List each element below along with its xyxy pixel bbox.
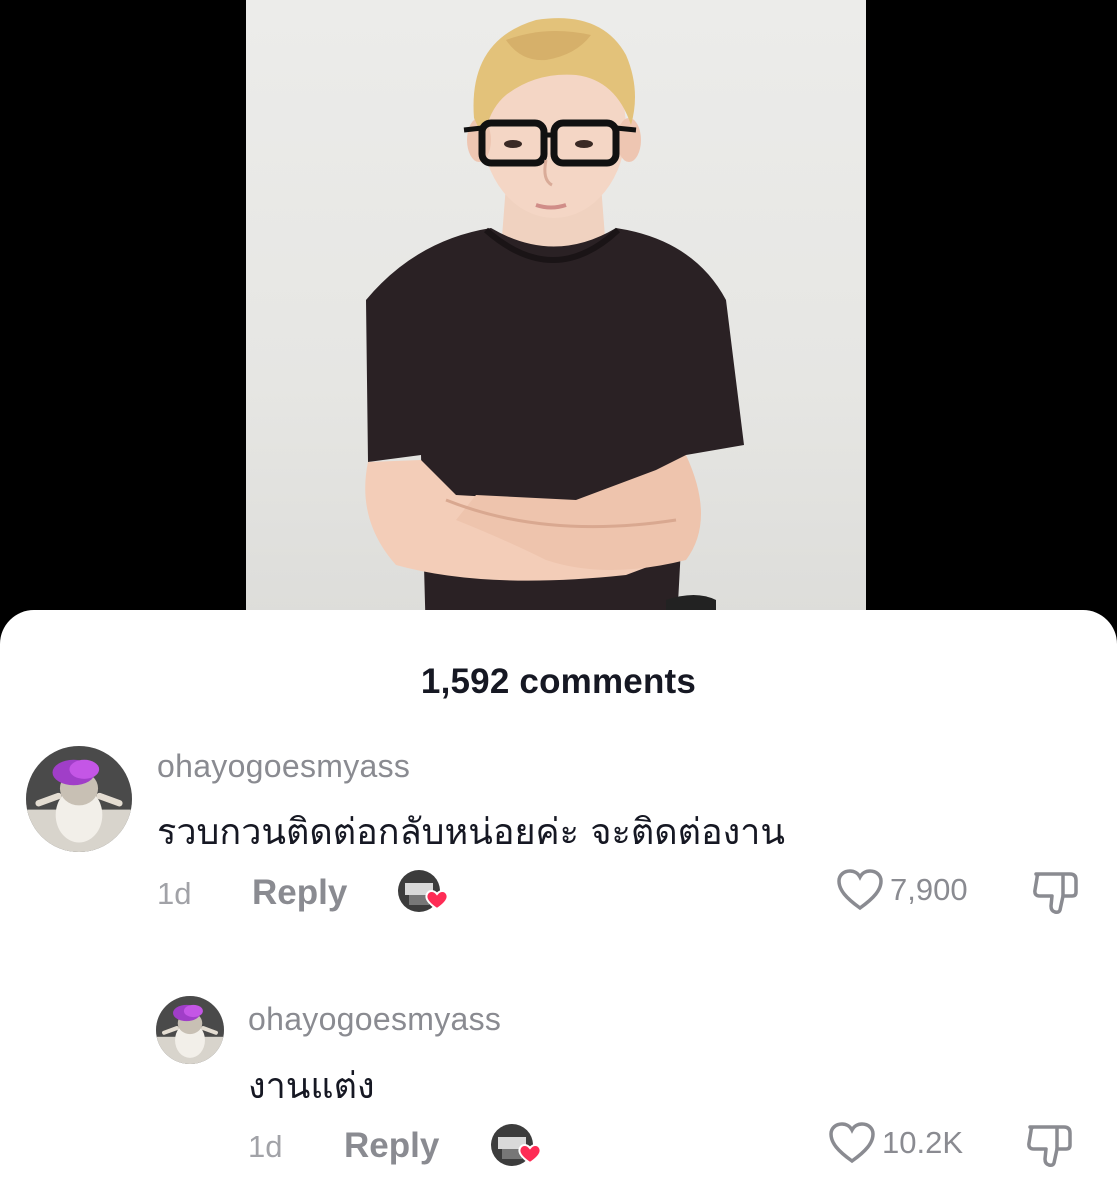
comments-count: 1,592 comments: [420, 662, 697, 701]
person-photo: [365, 18, 744, 640]
like-button[interactable]: 7,900: [836, 868, 968, 912]
comment-time: 1d: [157, 876, 192, 911]
heart-outline-icon: [829, 1122, 875, 1164]
creator-liked-badge-icon: [397, 869, 451, 913]
avatar-image: [26, 746, 132, 852]
heart-outline-icon: [837, 869, 883, 911]
video-frame[interactable]: [246, 0, 866, 640]
comment-sheet: 1,592 comments ohayogoesmyass รวบกวนติดต…: [0, 610, 1117, 1200]
thumbs-down-icon[interactable]: [1024, 1119, 1074, 1169]
like-count: 7,900: [890, 872, 968, 907]
comment-text: งานแต่ง: [248, 1066, 375, 1107]
like-count: 10.2K: [882, 1125, 964, 1160]
avatar[interactable]: [156, 996, 224, 1064]
comment-username[interactable]: ohayogoesmyass: [248, 1001, 501, 1038]
tiktok-comments-screen: 1,592 comments ohayogoesmyass รวบกวนติดต…: [0, 0, 1117, 1200]
comment-time: 1d: [248, 1129, 283, 1164]
avatar[interactable]: [26, 746, 132, 852]
avatar-image: [156, 996, 224, 1064]
like-button[interactable]: 10.2K: [828, 1121, 963, 1165]
reply-button[interactable]: Reply: [344, 1126, 439, 1166]
comment-text: รวบกวนติดต่อกลับหน่อยค่ะ จะติดต่องาน: [157, 812, 785, 853]
thumbs-down-icon[interactable]: [1030, 866, 1080, 916]
creator-liked-badge-icon: [490, 1123, 544, 1167]
reply-button[interactable]: Reply: [252, 873, 347, 913]
comment-username[interactable]: ohayogoesmyass: [157, 748, 410, 785]
